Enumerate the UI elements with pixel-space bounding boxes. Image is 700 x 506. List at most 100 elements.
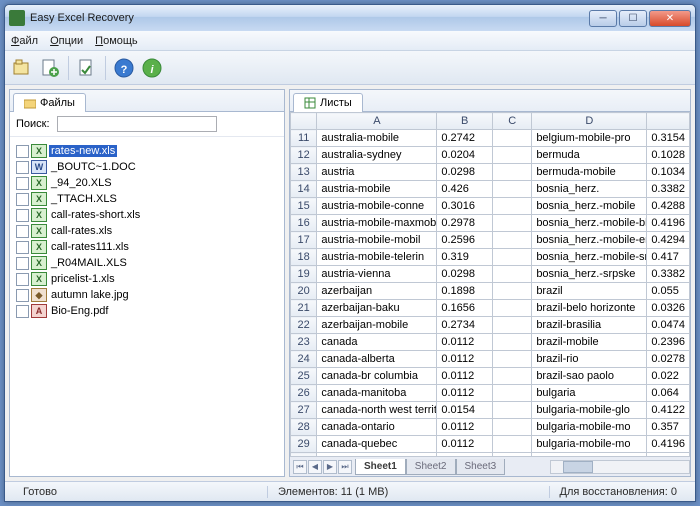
file-checkbox[interactable]: [16, 193, 29, 206]
row-header[interactable]: 29: [291, 436, 317, 453]
close-button[interactable]: ✕: [649, 10, 691, 27]
row-header[interactable]: 21: [291, 300, 317, 317]
cell[interactable]: canada-manitoba: [317, 385, 437, 402]
cell[interactable]: brazil-sao paolo: [532, 368, 647, 385]
file-item[interactable]: Xcall-rates.xls: [14, 223, 280, 239]
minimize-button[interactable]: ─: [589, 10, 617, 27]
cell[interactable]: [493, 198, 532, 215]
cell[interactable]: [493, 317, 532, 334]
file-checkbox[interactable]: [16, 161, 29, 174]
cell[interactable]: belgium-mobile-pro: [532, 130, 647, 147]
cell[interactable]: 0.2978: [437, 215, 493, 232]
cell[interactable]: 0.0326: [647, 300, 690, 317]
column-header-C[interactable]: C: [493, 113, 532, 130]
save-button[interactable]: [74, 55, 100, 81]
cell[interactable]: 0.0278: [647, 351, 690, 368]
file-item[interactable]: W_BOUTC~1.DOC: [14, 159, 280, 175]
cell[interactable]: 0.319: [437, 249, 493, 266]
cell[interactable]: austria-mobile-maxmobil: [317, 215, 437, 232]
file-checkbox[interactable]: [16, 177, 29, 190]
cell[interactable]: [493, 351, 532, 368]
column-header-B[interactable]: B: [437, 113, 493, 130]
cell[interactable]: brazil-mobile: [532, 334, 647, 351]
cell[interactable]: australia-sydney: [317, 147, 437, 164]
cell[interactable]: [493, 402, 532, 419]
file-item[interactable]: ABio-Eng.pdf: [14, 303, 280, 319]
open-file-button[interactable]: [9, 55, 35, 81]
cell[interactable]: canada-alberta: [317, 351, 437, 368]
cell[interactable]: australia-mobile: [317, 130, 437, 147]
cell[interactable]: 0.055: [647, 283, 690, 300]
row-header[interactable]: 14: [291, 181, 317, 198]
cell[interactable]: bosnia_herz.-mobile-srpske: [532, 249, 647, 266]
cell[interactable]: 0.022: [647, 368, 690, 385]
row-header[interactable]: 23: [291, 334, 317, 351]
cell[interactable]: brazil-rio: [532, 351, 647, 368]
cell[interactable]: 0.2396: [647, 334, 690, 351]
cell[interactable]: 0.1034: [647, 164, 690, 181]
cell[interactable]: 0.0204: [437, 147, 493, 164]
info-button[interactable]: i: [139, 55, 165, 81]
row-header[interactable]: 27: [291, 402, 317, 419]
add-file-button[interactable]: [37, 55, 63, 81]
corner-header[interactable]: [291, 113, 317, 130]
cell[interactable]: canada: [317, 334, 437, 351]
cell[interactable]: [493, 334, 532, 351]
cell[interactable]: canada-ontario: [317, 419, 437, 436]
cell[interactable]: [493, 283, 532, 300]
cell[interactable]: 0.3382: [647, 181, 690, 198]
row-header[interactable]: 25: [291, 368, 317, 385]
cell[interactable]: bosnia_herz.-mobile-eronet: [532, 232, 647, 249]
cell[interactable]: 0.426: [437, 181, 493, 198]
maximize-button[interactable]: ☐: [619, 10, 647, 27]
cell[interactable]: bermuda: [532, 147, 647, 164]
cell[interactable]: [493, 300, 532, 317]
row-header[interactable]: 11: [291, 130, 317, 147]
cell[interactable]: azerbaijan-baku: [317, 300, 437, 317]
cell[interactable]: [493, 130, 532, 147]
cell[interactable]: 0.4294: [647, 232, 690, 249]
cell[interactable]: azerbaijan: [317, 283, 437, 300]
file-checkbox[interactable]: [16, 273, 29, 286]
cell[interactable]: [493, 164, 532, 181]
cell[interactable]: 0.3382: [647, 266, 690, 283]
file-checkbox[interactable]: [16, 209, 29, 222]
cell[interactable]: denmark: [532, 453, 647, 457]
column-header-D[interactable]: D: [532, 113, 647, 130]
cell[interactable]: 0.4288: [647, 198, 690, 215]
cell[interactable]: austria-mobile: [317, 181, 437, 198]
cell[interactable]: bosnia_herz.-mobile-bht: [532, 215, 647, 232]
help-button[interactable]: ?: [111, 55, 137, 81]
cell[interactable]: bulgaria-mobile-mo: [532, 436, 647, 453]
cell[interactable]: austria-vienna: [317, 266, 437, 283]
cell[interactable]: 0.357: [647, 419, 690, 436]
cell[interactable]: austria-mobile-mobil: [317, 232, 437, 249]
tab-sheets[interactable]: Листы: [293, 93, 363, 112]
cell[interactable]: bosnia_herz.: [532, 181, 647, 198]
cell[interactable]: bulgaria: [532, 385, 647, 402]
cell[interactable]: 0.0112: [437, 436, 493, 453]
cell[interactable]: 0.1898: [437, 283, 493, 300]
row-header[interactable]: 19: [291, 266, 317, 283]
cell[interactable]: 0.0112: [437, 351, 493, 368]
cell[interactable]: [493, 181, 532, 198]
cell[interactable]: 0.0298: [437, 266, 493, 283]
titlebar[interactable]: Easy Excel Recovery ─ ☐ ✕: [5, 5, 695, 31]
file-checkbox[interactable]: [16, 289, 29, 302]
cell[interactable]: 0.064: [647, 385, 690, 402]
cell[interactable]: [493, 215, 532, 232]
cell[interactable]: canada-north west territory: [317, 402, 437, 419]
cell[interactable]: austria-mobile-conne: [317, 198, 437, 215]
row-header[interactable]: 30: [291, 453, 317, 457]
cell[interactable]: 0.0112: [437, 334, 493, 351]
cell[interactable]: 0.0112: [437, 419, 493, 436]
cell[interactable]: 0.0182: [437, 453, 493, 457]
sheet-tab-2[interactable]: Sheet2: [406, 459, 456, 475]
cell[interactable]: 0.0298: [437, 164, 493, 181]
row-header[interactable]: 16: [291, 215, 317, 232]
row-header[interactable]: 12: [291, 147, 317, 164]
menu-help[interactable]: Помощь: [95, 35, 138, 47]
file-item[interactable]: Xcall-rates-short.xls: [14, 207, 280, 223]
file-checkbox[interactable]: [16, 225, 29, 238]
cell[interactable]: [493, 147, 532, 164]
